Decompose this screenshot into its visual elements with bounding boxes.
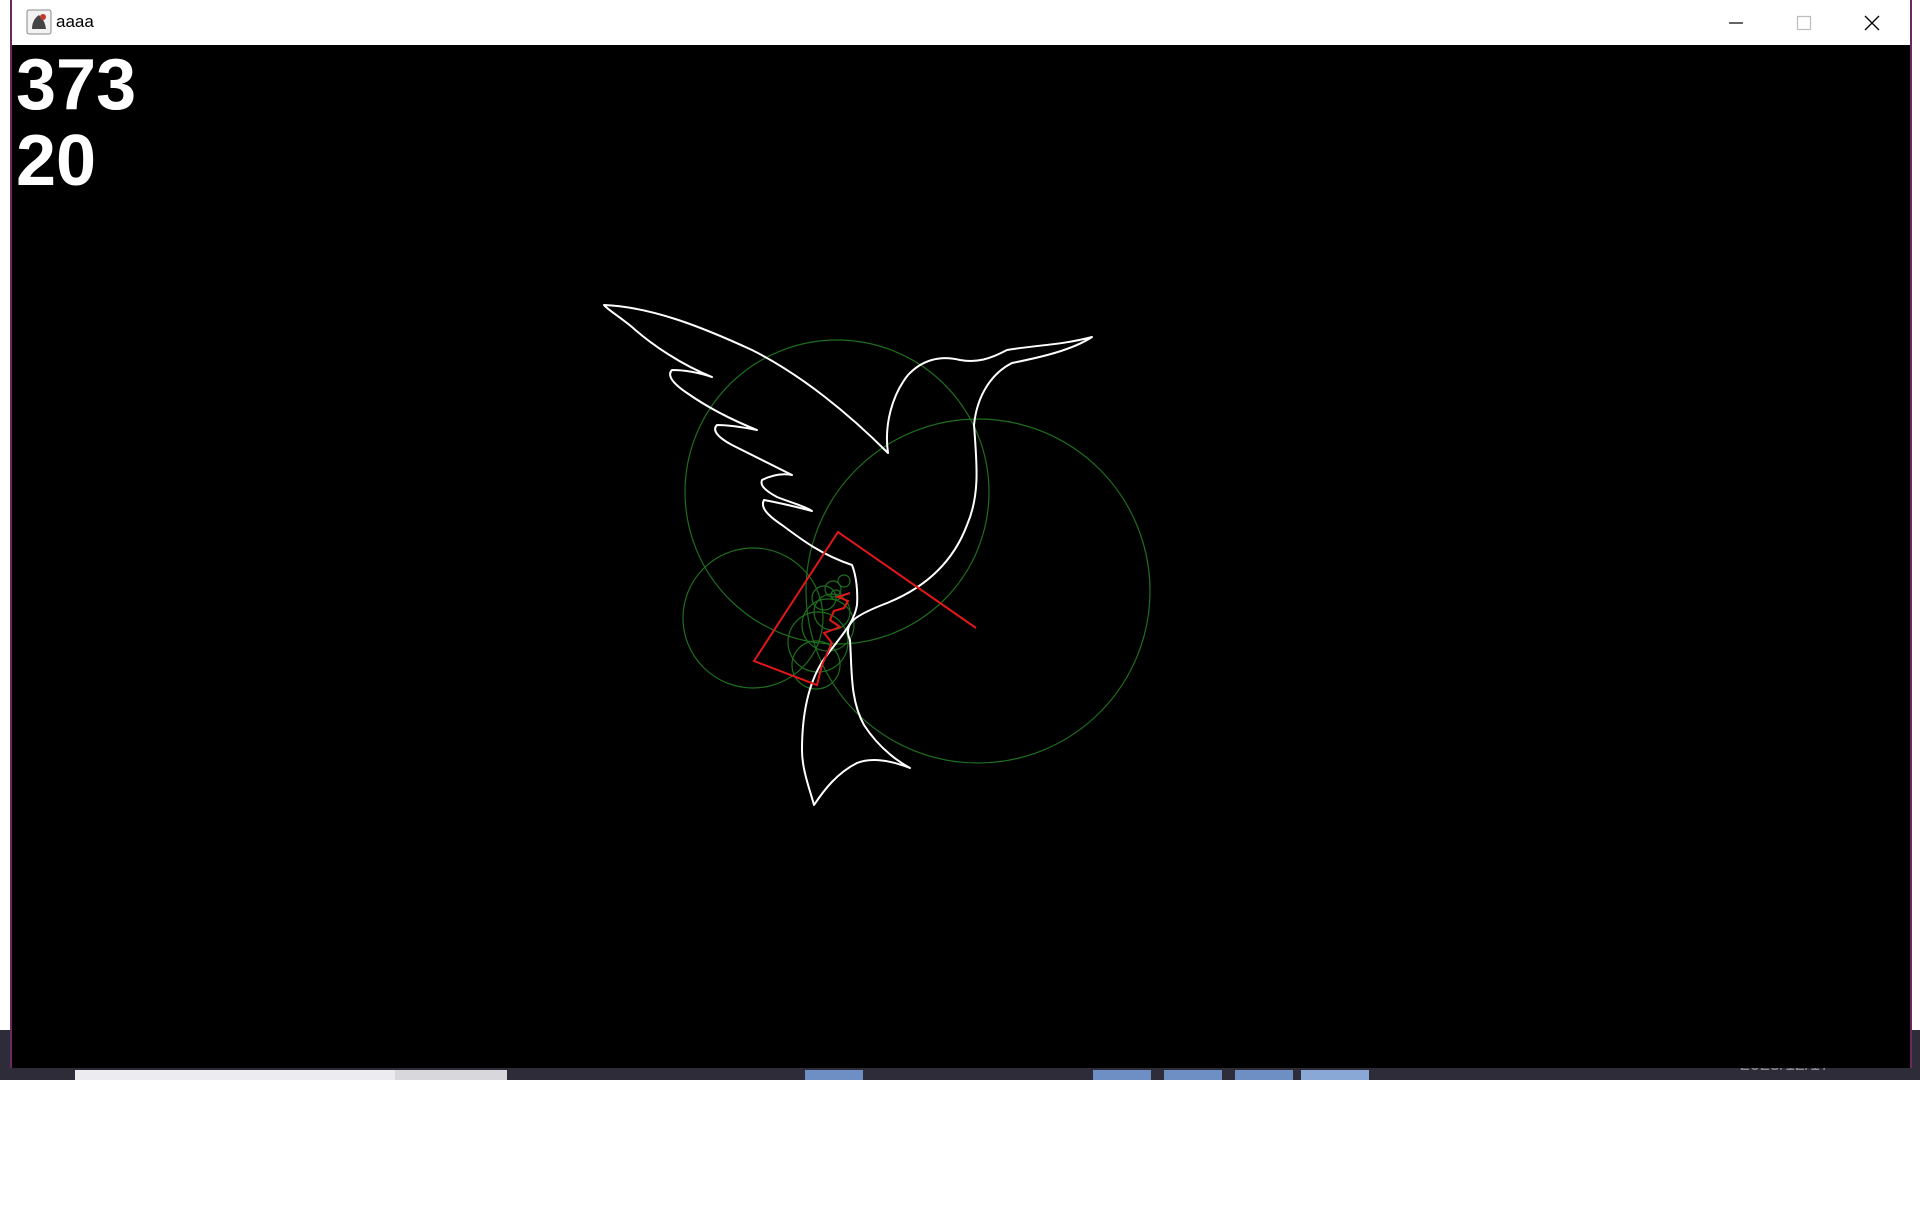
java-app-icon <box>26 9 52 35</box>
epicycle-circle <box>787 611 849 673</box>
epicycle-circles <box>682 339 1151 764</box>
hummingbird-outline <box>603 304 1093 806</box>
taskbar-app-indicator[interactable] <box>805 1070 863 1080</box>
epicycle-circle <box>837 574 851 588</box>
window-title: aaaa <box>56 12 94 31</box>
speed-label: 20 <box>16 121 97 201</box>
minimize-button[interactable] <box>1702 0 1770 45</box>
taskbar-app-indicator[interactable] <box>1301 1070 1369 1080</box>
title-bar[interactable]: aaaa <box>12 0 1910 46</box>
minimize-icon <box>1729 21 1743 24</box>
taskbar-app-indicator[interactable] <box>1093 1070 1151 1080</box>
maximize-icon <box>1796 15 1812 30</box>
app-window: aaaa 373 20 <box>10 0 1912 1068</box>
taskbar-progress-fill <box>75 1070 395 1080</box>
vector-chain <box>752 530 977 687</box>
close-button[interactable] <box>1838 0 1906 45</box>
close-icon <box>1864 15 1880 30</box>
drawing-canvas[interactable]: 373 20 <box>12 45 1910 1068</box>
point-count-label: 373 <box>16 45 137 125</box>
taskbar-app-indicator[interactable] <box>1235 1070 1293 1080</box>
blank-area <box>0 1080 1920 1210</box>
maximize-button[interactable] <box>1770 0 1838 45</box>
fourier-drawing <box>603 304 1151 806</box>
taskbar-app-indicator[interactable] <box>1164 1070 1222 1080</box>
